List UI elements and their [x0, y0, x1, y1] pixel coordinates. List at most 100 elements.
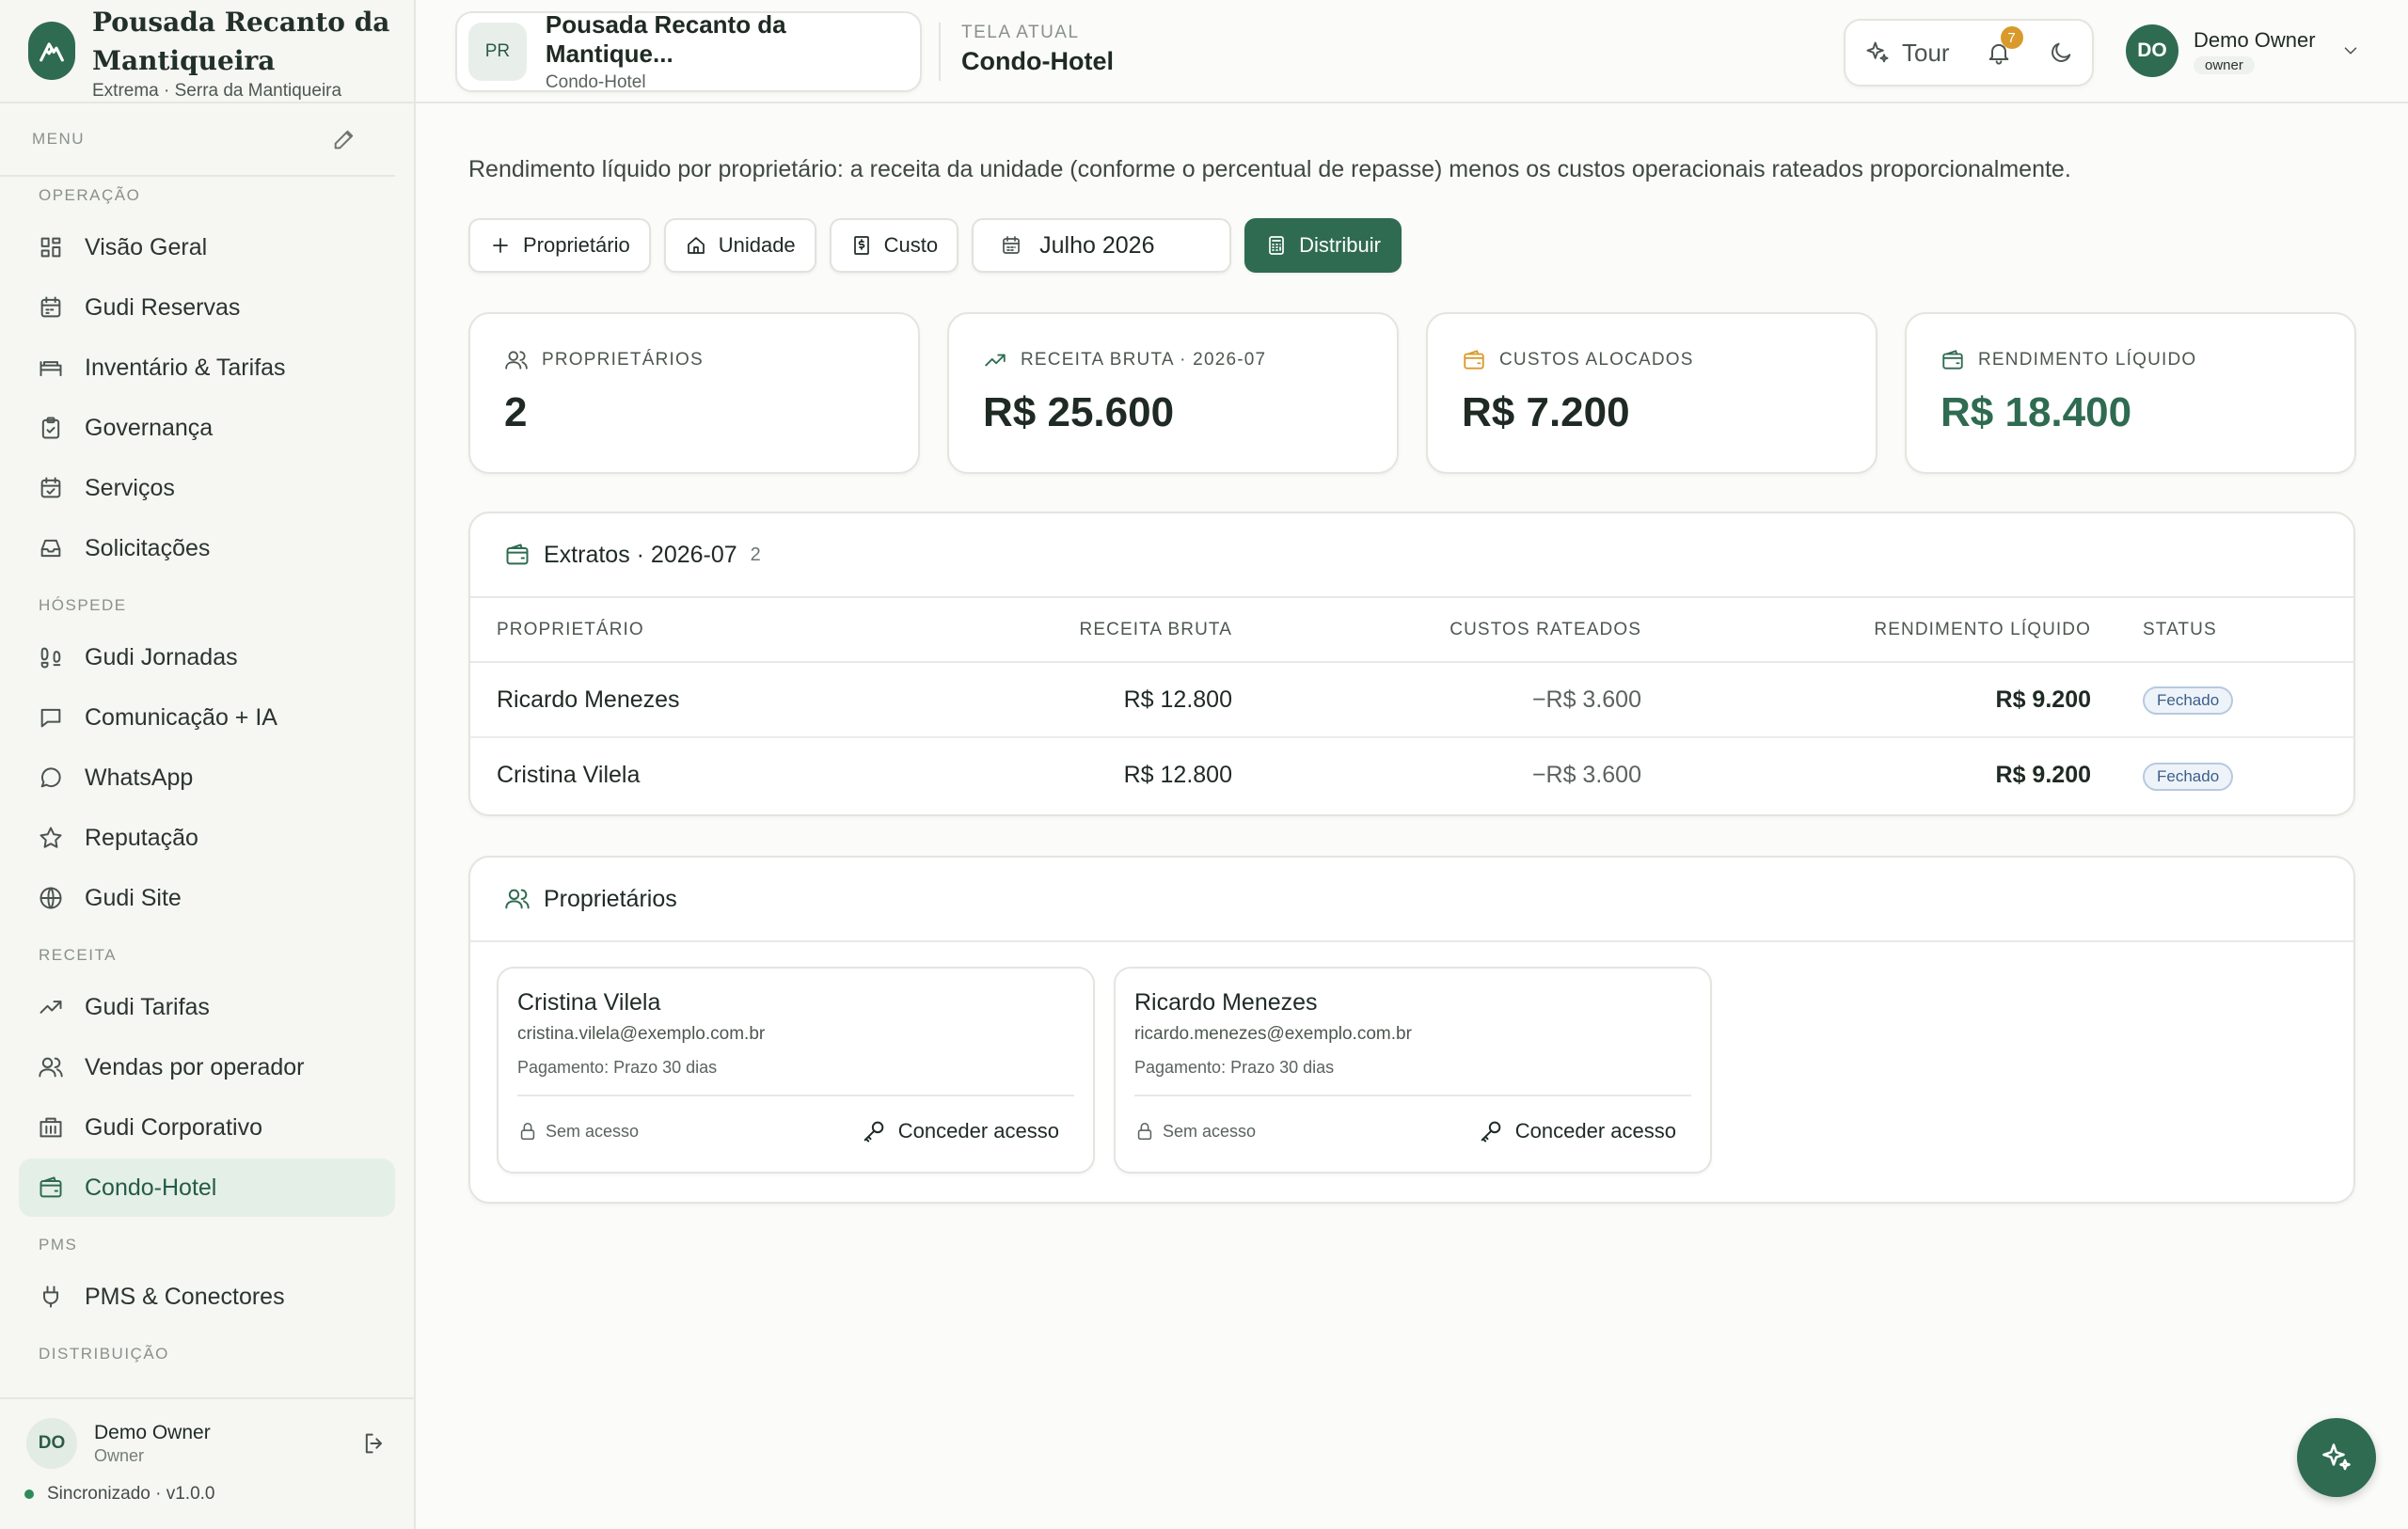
card-header: Proprietários: [470, 858, 2353, 942]
wallet-icon: [1941, 348, 1965, 372]
net-cell: R$ 9.200: [1641, 662, 2091, 738]
action-bar: Proprietário Unidade Custo Julho 2026 Di…: [468, 218, 1415, 273]
table-row[interactable]: Ricardo Menezes R$ 12.800 −R$ 3.600 R$ 9…: [470, 662, 2353, 738]
sidebar-item-label: Vendas por operador: [85, 1053, 305, 1080]
grant-access-button[interactable]: Conceder acesso: [1478, 1118, 1691, 1144]
sidebar-item-label: Gudi Reservas: [85, 293, 241, 321]
sidebar-item-label: Visão Geral: [85, 233, 208, 260]
stat-label-text: RENDIMENTO LÍQUIDO: [1978, 350, 2197, 370]
nav-section-pms: PMS: [39, 1236, 78, 1253]
sidebar-item-governanca[interactable]: Governança: [19, 399, 395, 457]
sidebar-item-comunicacao[interactable]: Comunicação + IA: [19, 688, 395, 747]
users-icon: [504, 886, 531, 912]
sidebar-item-label: Gudi Site: [85, 884, 182, 911]
stat-value: R$ 25.600: [983, 389, 1175, 435]
table-row[interactable]: Cristina Vilela R$ 12.800 −R$ 3.600 R$ 9…: [470, 737, 2353, 812]
card-title: Extratos · 2026-07: [544, 541, 737, 568]
stat-card-net-income: RENDIMENTO LÍQUIDO R$ 18.400: [1905, 312, 2356, 474]
sidebar-item-reputacao[interactable]: Reputação: [19, 809, 395, 867]
owner-card: Cristina Vilela cristina.vilela@exemplo.…: [497, 967, 1095, 1174]
stat-card-gross-revenue: RECEITA BRUTA · 2026-07 R$ 25.600: [947, 312, 1399, 474]
sidebar-item-gudi-site[interactable]: Gudi Site: [19, 869, 395, 927]
bell-icon[interactable]: 7: [1986, 26, 2023, 66]
distribute-label: Distribuir: [1299, 233, 1381, 257]
costs-cell: −R$ 3.600: [1531, 762, 1641, 788]
sidebar-item-solicitacoes[interactable]: Solicitações: [19, 519, 395, 577]
grant-access-label: Conceder acesso: [1514, 1119, 1676, 1143]
logout-icon[interactable]: [361, 1430, 388, 1457]
moon-icon[interactable]: [2048, 39, 2074, 66]
owners-card: Proprietários Cristina Vilela cristina.v…: [468, 856, 2355, 1204]
trending-up-icon: [983, 348, 1007, 372]
status-badge: Fechado: [2143, 762, 2234, 791]
sidebar-item-label: Comunicação + IA: [85, 703, 277, 731]
user-menu[interactable]: DO Demo Owner owner: [2126, 24, 2361, 77]
nav-section-receita: RECEITA: [39, 946, 117, 964]
plug-icon: [38, 1284, 64, 1310]
add-unit-button[interactable]: Unidade: [663, 218, 816, 273]
month-picker[interactable]: Julho 2026: [972, 218, 1232, 273]
stat-card-owners: PROPRIETÁRIOS 2: [468, 312, 920, 474]
owner-email: ricardo.menezes@exemplo.com.br: [1134, 1024, 1412, 1044]
stat-label: CUSTOS ALOCADOS: [1462, 348, 1842, 372]
sidebar-item-label: Reputação: [85, 824, 198, 851]
sidebar-item-condo-hotel[interactable]: Condo-Hotel: [19, 1159, 395, 1217]
page-description: Rendimento líquido por proprietário: a r…: [468, 156, 2071, 182]
sidebar-item-pms-conectores[interactable]: PMS & Conectores: [19, 1268, 395, 1326]
avatar: DO: [2126, 24, 2178, 77]
sidebar-item-inventario[interactable]: Inventário & Tarifas: [19, 339, 395, 397]
notification-badge: 7: [2000, 26, 2023, 49]
sidebar-item-label: Gudi Tarifas: [85, 993, 210, 1020]
distribute-button[interactable]: Distribuir: [1244, 218, 1402, 273]
sidebar-item-label: Gudi Corporativo: [85, 1113, 262, 1141]
stat-label-text: PROPRIETÁRIOS: [542, 350, 704, 370]
avatar: DO: [26, 1418, 77, 1469]
owner-card: Ricardo Menezes ricardo.menezes@exemplo.…: [1114, 967, 1712, 1174]
status-cell: Fechado: [2091, 662, 2353, 738]
nav-section-operacao: OPERAÇÃO: [39, 186, 141, 204]
sidebar-item-gudi-reservas[interactable]: Gudi Reservas: [19, 278, 395, 337]
grant-access-button[interactable]: Conceder acesso: [861, 1118, 1074, 1144]
sidebar-item-servicos[interactable]: Serviços: [19, 459, 395, 517]
property-name: Pousada Recanto da Mantique...: [545, 10, 786, 68]
sidebar-item-gudi-corporativo[interactable]: Gudi Corporativo: [19, 1098, 395, 1157]
net-cell: R$ 9.200: [1995, 762, 2091, 788]
current-screen-value: Condo-Hotel: [961, 47, 1114, 75]
sidebar-item-label: Condo-Hotel: [85, 1174, 217, 1201]
key-icon: [861, 1118, 887, 1144]
ai-assistant-button[interactable]: [2297, 1418, 2376, 1497]
star-icon: [38, 825, 64, 851]
tour-button[interactable]: Tour: [1864, 39, 1950, 68]
wallet-icon: [38, 1174, 64, 1201]
sidebar-item-visao-geral[interactable]: Visão Geral: [19, 218, 395, 276]
add-unit-label: Unidade: [718, 233, 796, 257]
column-header: PROPRIETÁRIO: [470, 598, 959, 663]
owner-name: Ricardo Menezes: [1134, 989, 1318, 1016]
property-type: Condo-Hotel: [545, 72, 646, 92]
add-cost-button[interactable]: Custo: [829, 218, 959, 273]
statements-table: PROPRIETÁRIO RECEITA BRUTA CUSTOS RATEAD…: [470, 598, 2353, 812]
sidebar-item-vendas-operador[interactable]: Vendas por operador: [19, 1038, 395, 1096]
grid-icon: [38, 234, 64, 260]
property-selector[interactable]: PR Pousada Recanto da Mantique... Condo-…: [455, 10, 922, 92]
globe-icon: [38, 885, 64, 911]
sidebar-item-label: Solicitações: [85, 534, 211, 561]
column-header: CUSTOS RATEADOS: [1232, 598, 1641, 663]
add-owner-button[interactable]: Proprietário: [468, 218, 651, 273]
count-badge: 2: [750, 544, 761, 565]
costs-cell: −R$ 3.600: [1232, 662, 1641, 738]
sidebar-item-gudi-jornadas[interactable]: Gudi Jornadas: [19, 628, 395, 686]
sidebar-item-whatsapp[interactable]: WhatsApp: [19, 749, 395, 807]
add-owner-label: Proprietário: [523, 233, 630, 257]
calendar-icon: [38, 294, 64, 321]
column-header: RECEITA BRUTA: [959, 598, 1232, 663]
pencil-icon[interactable]: [331, 126, 357, 152]
building-icon: [38, 1114, 64, 1141]
brand-subtitle: Extrema · Serra da Mantiqueira: [92, 80, 342, 101]
brand[interactable]: Pousada Recanto da Mantiqueira Extrema ·…: [0, 0, 414, 103]
status-dot: [24, 1490, 34, 1499]
sidebar-item-gudi-tarifas[interactable]: Gudi Tarifas: [19, 978, 395, 1036]
stat-label: RECEITA BRUTA · 2026-07: [983, 348, 1363, 372]
divider: [939, 23, 941, 81]
lock-icon: [517, 1121, 538, 1142]
